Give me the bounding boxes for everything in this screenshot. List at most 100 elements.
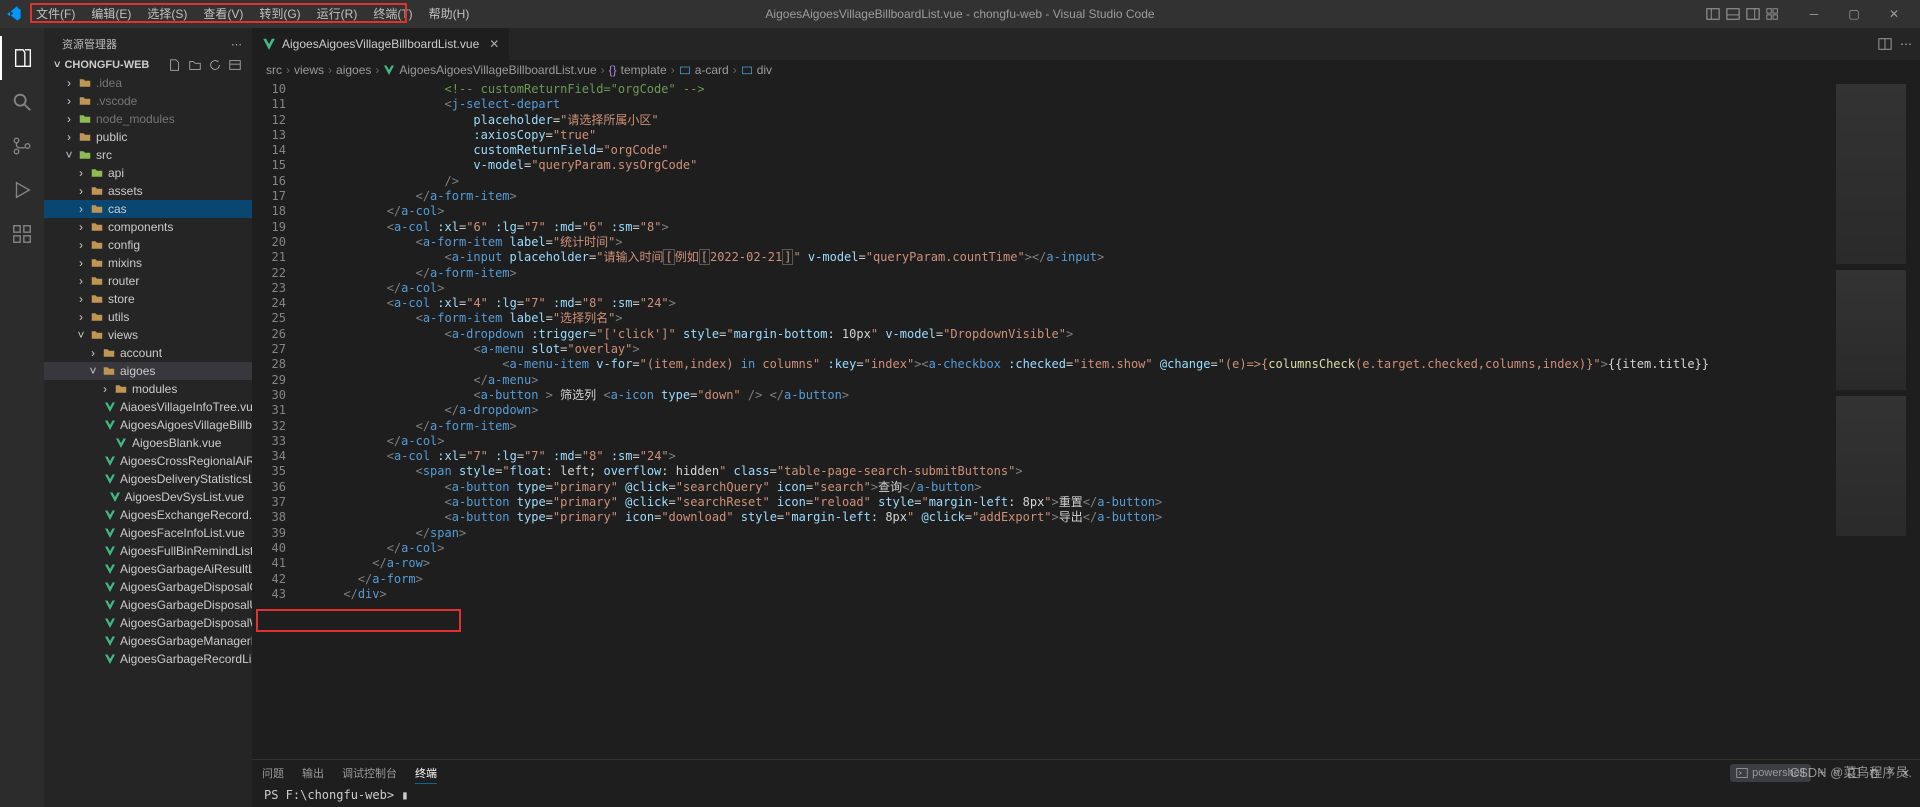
menu-item[interactable]: 查看(V) (195, 0, 251, 28)
titlebar: 文件(F)编辑(E)选择(S)查看(V)转到(G)运行(R)终端(T)帮助(H)… (0, 0, 1920, 28)
terminal-dropdown-icon[interactable]: ˅ (1833, 765, 1839, 781)
menu-item[interactable]: 帮助(H) (421, 0, 478, 28)
minimize-button[interactable]: ─ (1794, 0, 1834, 28)
tree-item[interactable]: AigoesGarbageDisposalUplo… (44, 596, 252, 614)
breadcrumb-item[interactable]: {}template (609, 63, 667, 77)
panel-tab[interactable]: 终端 (415, 763, 437, 784)
extensions-icon[interactable] (0, 212, 44, 256)
tree-item[interactable]: AigoesGarbageDisposalChec… (44, 578, 252, 596)
tree-item[interactable]: AigoesGarbageAiResultList.v… (44, 560, 252, 578)
tree-item[interactable]: ›modules (44, 380, 252, 398)
tree-item[interactable]: AigoesDeliveryStatisticsList.v… (44, 470, 252, 488)
collapse-icon[interactable] (228, 58, 242, 72)
search-icon[interactable] (0, 80, 44, 124)
breadcrumb-item[interactable]: views (294, 63, 324, 77)
sidebar-more-icon[interactable]: ⋯ (231, 38, 242, 51)
layout-icon[interactable] (1706, 7, 1720, 21)
tree-item[interactable]: AigoesBlank.vue (44, 434, 252, 452)
menu-item[interactable]: 编辑(E) (83, 0, 139, 28)
menu-item[interactable]: 选择(S) (139, 0, 195, 28)
close-tab-icon[interactable]: ✕ (485, 37, 499, 51)
panel-icon[interactable] (1726, 7, 1740, 21)
menu-item[interactable]: 运行(R) (309, 0, 366, 28)
tree-item[interactable]: AiaoesVillageInfoTree.vue (44, 398, 252, 416)
folder-icon (90, 256, 104, 270)
menu-item[interactable]: 转到(G) (251, 0, 308, 28)
vue-icon (104, 562, 116, 576)
tree-item[interactable]: ›api (44, 164, 252, 182)
close-button[interactable]: ✕ (1874, 0, 1914, 28)
tree-item[interactable]: ›node_modules (44, 110, 252, 128)
breadcrumb-item[interactable]: src (266, 63, 282, 77)
folder-icon (102, 346, 116, 360)
tree-item[interactable]: AigoesAigoesVillageBillboa… (44, 416, 252, 434)
split-terminal-icon[interactable] (1848, 767, 1860, 779)
tree-item[interactable]: AigoesFullBinRemindList.vue (44, 542, 252, 560)
tree-item[interactable]: ›.vscode (44, 92, 252, 110)
sidebar-root[interactable]: ˅ CHONGFU-WEB (44, 56, 252, 74)
tab-more-icon[interactable]: ⋯ (1900, 37, 1912, 51)
tree-item[interactable]: ›assets (44, 182, 252, 200)
tree-item[interactable]: ›account (44, 344, 252, 362)
tree-item[interactable]: AigoesDevSysList.vue (44, 488, 252, 506)
menu-bar: 文件(F)编辑(E)选择(S)查看(V)转到(G)运行(R)终端(T)帮助(H) (28, 0, 477, 28)
terminal-line[interactable]: PS F:\chongfu-web> ▮ (252, 786, 1920, 804)
folder-icon (90, 274, 104, 288)
tree-item[interactable]: ›cas (44, 200, 252, 218)
menu-item[interactable]: 终端(T) (365, 0, 420, 28)
terminal-shell-selector[interactable]: powershell (1730, 764, 1811, 782)
refresh-icon[interactable] (208, 58, 222, 72)
vue-icon (104, 634, 116, 648)
panel-tab[interactable]: 调试控制台 (342, 763, 397, 783)
grid-icon[interactable] (1766, 7, 1780, 21)
tree-item[interactable]: AigoesExchangeRecord.vue (44, 506, 252, 524)
vue-icon (104, 472, 116, 486)
new-folder-icon[interactable] (188, 58, 202, 72)
tree-item[interactable]: ›router (44, 272, 252, 290)
breadcrumb-item[interactable]: aigoes (336, 63, 371, 77)
tree-item[interactable]: ›utils (44, 308, 252, 326)
folder-icon (78, 130, 92, 144)
tree-item[interactable]: ›public (44, 128, 252, 146)
add-terminal-icon[interactable]: + (1819, 765, 1825, 781)
tree-item[interactable]: AigoesGarbageManagerFace… (44, 632, 252, 650)
tree-item[interactable]: ›store (44, 290, 252, 308)
panel: 问题输出调试控制台终端 powershell + ˅ ^ ✕ PS F:\cho… (252, 759, 1920, 807)
maximize-button[interactable]: ▢ (1834, 0, 1874, 28)
panel-chevron-icon[interactable]: ^ (1888, 765, 1893, 781)
tree-item[interactable]: ›components (44, 218, 252, 236)
panel-tab[interactable]: 问题 (262, 763, 284, 783)
new-file-icon[interactable] (168, 58, 182, 72)
minimap[interactable] (1830, 80, 1920, 759)
tree-item[interactable]: ˅src (44, 146, 252, 164)
terminal-icon (1736, 767, 1748, 779)
menu-item[interactable]: 文件(F) (28, 0, 83, 28)
tree-item[interactable]: ›.idea (44, 74, 252, 92)
tree-item[interactable]: ˅aigoes (44, 362, 252, 380)
folder-icon (114, 382, 128, 396)
tree-item[interactable]: ›config (44, 236, 252, 254)
debug-icon[interactable] (0, 168, 44, 212)
vue-icon (104, 544, 116, 558)
vue-icon (104, 580, 116, 594)
editor-tab[interactable]: AigoesAigoesVillageBillboardList.vue ✕ (252, 28, 510, 60)
tree-item[interactable]: ˅views (44, 326, 252, 344)
tree-item[interactable]: AigoesFaceInfoList.vue (44, 524, 252, 542)
sidebar: 资源管理器 ⋯ ˅ CHONGFU-WEB ›.idea›.vscode›nod… (44, 28, 252, 807)
split-editor-icon[interactable] (1878, 37, 1892, 51)
breadcrumb-item[interactable]: a-card (679, 63, 729, 77)
close-panel-icon[interactable]: ✕ (1901, 765, 1910, 782)
tree-item[interactable]: AigoesGarbageDisposalWork… (44, 614, 252, 632)
layout-right-icon[interactable] (1746, 7, 1760, 21)
breadcrumb-item[interactable]: AigoesAigoesVillageBillboardList.vue (383, 63, 596, 77)
breadcrumb-item[interactable]: div (741, 63, 772, 77)
trash-icon[interactable] (1868, 767, 1880, 779)
code-editor[interactable]: <!-- customReturnField="orgCode" --> <j-… (300, 80, 1830, 759)
tree-item[interactable]: AigoesCrossRegionalAiResult… (44, 452, 252, 470)
tree-item[interactable]: ›mixins (44, 254, 252, 272)
vue-icon (262, 37, 276, 51)
explorer-icon[interactable] (0, 36, 44, 80)
scm-icon[interactable] (0, 124, 44, 168)
tree-item[interactable]: AigoesGarbageRecordList.vue (44, 650, 252, 668)
panel-tab[interactable]: 输出 (302, 763, 324, 783)
